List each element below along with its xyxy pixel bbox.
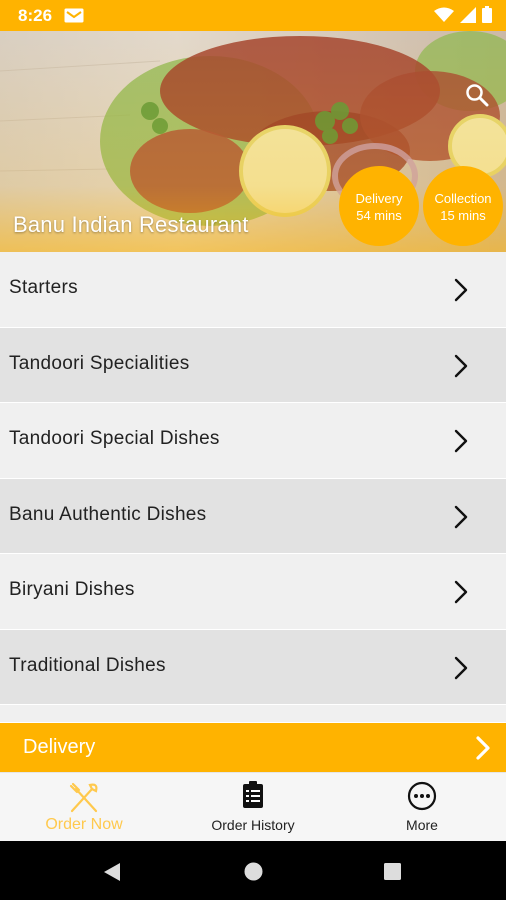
wifi-icon — [434, 7, 454, 28]
menu-item-biryani-dishes[interactable]: Biryani Dishes — [0, 554, 506, 630]
delivery-time-badge: Delivery 54 mins — [339, 166, 419, 246]
battery-icon — [482, 6, 492, 28]
chevron-right-icon — [454, 278, 468, 307]
search-icon[interactable] — [465, 83, 489, 112]
nav-order-now-label: Order Now — [45, 816, 123, 833]
signal-icon — [460, 6, 476, 28]
mail-icon — [64, 8, 84, 28]
clipboard-list-icon — [242, 781, 264, 814]
home-icon[interactable] — [244, 862, 263, 886]
bottom-nav: Order Now Order History More — [0, 772, 506, 841]
chevron-right-icon — [454, 656, 468, 685]
delivery-mode-bar[interactable]: Delivery — [0, 723, 506, 772]
chevron-right-icon — [454, 505, 468, 534]
delivery-badge-time: 54 mins — [356, 208, 402, 223]
fork-knife-icon — [68, 781, 100, 818]
chevron-right-icon — [475, 735, 491, 766]
menu-item-starters[interactable]: Starters — [0, 252, 506, 328]
menu-item-label: Starters — [9, 277, 78, 298]
menu-item-traditional-dishes[interactable]: Traditional Dishes — [0, 629, 506, 705]
menu-item-label: Tandoori Special Dishes — [9, 428, 220, 449]
status-bar: 8:26 — [0, 0, 506, 31]
menu-item-banu-authentic-dishes[interactable]: Banu Authentic Dishes — [0, 478, 506, 554]
nav-order-now[interactable]: Order Now — [0, 773, 168, 842]
menu-item-tandoori-specialities[interactable]: Tandoori Specialities — [0, 327, 506, 403]
collection-badge-time: 15 mins — [440, 208, 486, 223]
back-icon[interactable] — [103, 862, 121, 887]
system-navigation-bar — [0, 841, 506, 900]
collection-badge-label: Collection — [434, 191, 492, 206]
collection-time-badge: Collection 15 mins — [423, 166, 503, 246]
more-dots-icon — [407, 781, 437, 816]
nav-order-history[interactable]: Order History — [169, 773, 337, 842]
chevron-right-icon — [454, 580, 468, 609]
menu-category-list: Starters Tandoori Specialities Tandoori … — [0, 252, 506, 723]
menu-item-tandoori-special-dishes[interactable]: Tandoori Special Dishes — [0, 403, 506, 479]
menu-item-label: Tandoori Specialities — [9, 352, 190, 374]
status-time: 8:26 — [18, 6, 53, 25]
delivery-badge-label: Delivery — [355, 191, 403, 206]
menu-item-label: Biryani Dishes — [9, 579, 135, 600]
restaurant-name: Banu Indian Restaurant — [13, 212, 249, 237]
chevron-right-icon — [454, 354, 468, 383]
delivery-mode-label: Delivery — [23, 736, 96, 758]
menu-item-partial[interactable] — [0, 705, 506, 723]
nav-more[interactable]: More — [338, 773, 506, 842]
menu-item-label: Banu Authentic Dishes — [9, 503, 207, 525]
menu-item-label: Traditional Dishes — [9, 654, 166, 676]
nav-more-label: More — [406, 817, 438, 833]
recents-icon[interactable] — [384, 863, 401, 885]
nav-order-history-label: Order History — [211, 817, 295, 833]
chevron-right-icon — [454, 429, 468, 458]
